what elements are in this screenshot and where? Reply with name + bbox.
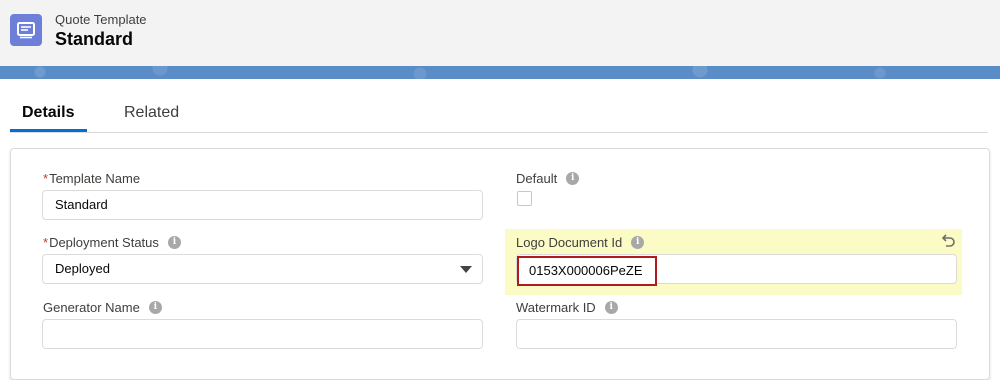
info-icon[interactable]: i (604, 301, 618, 314)
object-type-label: Quote Template (55, 12, 147, 27)
chevron-down-icon (460, 266, 472, 273)
logo-document-id-label: Logo Document Id i (516, 235, 645, 250)
deployment-status-select[interactable]: Deployed (42, 254, 483, 284)
tab-related[interactable]: Related (124, 104, 179, 122)
header-banner (0, 66, 1000, 79)
info-icon[interactable]: i (631, 236, 645, 249)
watermark-id-label: Watermark ID i (516, 300, 618, 315)
deployment-status-label: *Deployment Status i (43, 235, 181, 250)
info-icon[interactable]: i (148, 301, 162, 314)
required-asterisk: * (43, 171, 49, 186)
record-header: Quote Template Standard (0, 0, 1000, 67)
template-name-input[interactable]: Standard (42, 190, 483, 220)
info-icon[interactable]: i (566, 172, 580, 185)
record-tabs: Details Related (10, 92, 988, 133)
default-label: Default i (516, 171, 580, 186)
template-name-label: *Template Name (43, 171, 141, 186)
default-checkbox[interactable] (517, 191, 532, 206)
logo-document-id-value: 0153X000006PeZE (517, 256, 657, 286)
info-icon[interactable]: i (167, 236, 181, 249)
tab-details[interactable]: Details (22, 104, 74, 122)
details-card: *Template Name Standard Default i *Deplo… (10, 148, 990, 380)
generator-name-label: Generator Name i (43, 300, 162, 315)
active-tab-indicator (10, 129, 87, 132)
record-title: Standard (55, 29, 134, 49)
quote-template-icon (10, 14, 42, 46)
generator-name-input[interactable] (42, 319, 483, 349)
required-asterisk: * (43, 235, 49, 250)
deployment-status-value: Deployed (55, 261, 110, 276)
undo-icon[interactable] (940, 233, 956, 249)
watermark-id-input[interactable] (516, 319, 957, 349)
